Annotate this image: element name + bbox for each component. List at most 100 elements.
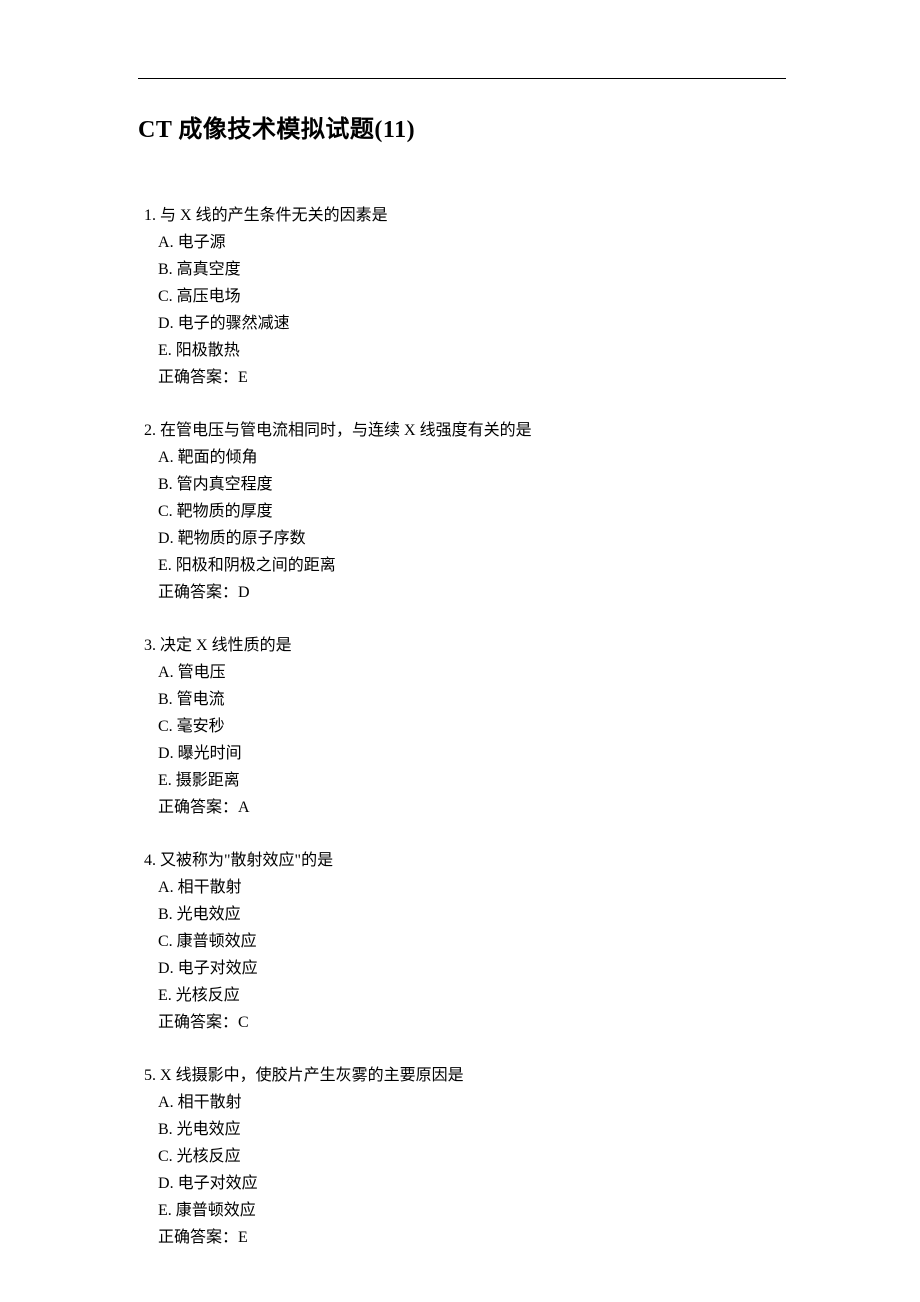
option-row: D. 电子的骤然减速 xyxy=(158,310,782,337)
option-text: 管电流 xyxy=(177,691,225,708)
option-row: A. 相干散射 xyxy=(158,874,782,901)
option-letter: C xyxy=(158,718,169,735)
answer-value: E xyxy=(238,369,248,386)
option-text: 光电效应 xyxy=(177,1121,241,1138)
stem-text: 线摄影中，使胶片产生灰雾的主要原因是 xyxy=(176,1067,464,1084)
top-divider xyxy=(138,78,786,79)
option-row: E. 阳极和阴极之间的距离 xyxy=(158,552,782,579)
stem-text: 与 xyxy=(160,207,180,224)
stem-latin: X xyxy=(196,637,212,654)
option-text: 摄影距离 xyxy=(176,772,240,789)
option-letter: A xyxy=(158,1094,170,1111)
option-text: 靶物质的原子序数 xyxy=(178,530,306,547)
option-sep: . xyxy=(169,261,177,278)
option-letter: D xyxy=(158,530,170,547)
option-letter: E xyxy=(158,987,168,1004)
option-row: B. 光电效应 xyxy=(158,1116,782,1143)
question-number: 4. xyxy=(144,852,160,869)
option-letter: B xyxy=(158,1121,169,1138)
stem-text: 线性质的是 xyxy=(212,637,292,654)
answer-label: 正确答案： xyxy=(158,584,238,601)
option-letter: E xyxy=(158,772,168,789)
answer-row: 正确答案：D xyxy=(158,579,782,606)
option-sep: . xyxy=(170,315,178,332)
option-text: 康普顿效应 xyxy=(176,1202,256,1219)
option-sep: . xyxy=(170,879,178,896)
option-row: C. 毫安秒 xyxy=(158,713,782,740)
option-letter: C xyxy=(158,288,169,305)
option-sep: . xyxy=(170,960,178,977)
option-row: E. 阳极散热 xyxy=(158,337,782,364)
option-sep: . xyxy=(168,987,176,1004)
option-text: 管内真空程度 xyxy=(177,476,273,493)
option-sep: . xyxy=(168,772,176,789)
option-letter: C xyxy=(158,933,169,950)
answer-row: 正确答案：E xyxy=(158,1224,782,1251)
option-row: A. 靶面的倾角 xyxy=(158,444,782,471)
option-text: 毫安秒 xyxy=(177,718,225,735)
answer-row: 正确答案：C xyxy=(158,1009,782,1036)
option-sep: . xyxy=(169,718,177,735)
answer-value: A xyxy=(238,799,250,816)
stem-latin: X xyxy=(160,1067,176,1084)
option-sep: . xyxy=(170,664,178,681)
question-stem: 4. 又被称为"散射效应"的是 xyxy=(144,847,782,874)
option-letter: A xyxy=(158,449,170,466)
option-text: 光电效应 xyxy=(177,906,241,923)
option-sep: . xyxy=(168,342,176,359)
stem-text: 线的产生条件无关的因素是 xyxy=(196,207,388,224)
question-stem: 3. 决定 X 线性质的是 xyxy=(144,632,782,659)
option-sep: . xyxy=(168,1202,176,1219)
option-letter: B xyxy=(158,906,169,923)
option-row: D. 电子对效应 xyxy=(158,955,782,982)
question-block: 1. 与 X 线的产生条件无关的因素是A. 电子源B. 高真空度C. 高压电场D… xyxy=(138,202,782,391)
option-row: D. 电子对效应 xyxy=(158,1170,782,1197)
option-sep: . xyxy=(169,1148,177,1165)
option-letter: B xyxy=(158,476,169,493)
option-row: C. 光核反应 xyxy=(158,1143,782,1170)
question-stem: 2. 在管电压与管电流相同时，与连续 X 线强度有关的是 xyxy=(144,417,782,444)
option-text: 靶物质的厚度 xyxy=(177,503,273,520)
option-letter: D xyxy=(158,960,170,977)
option-text: 阳极散热 xyxy=(176,342,240,359)
page-content: CT 成像技术模拟试题(11) 1. 与 X 线的产生条件无关的因素是A. 电子… xyxy=(0,0,920,1251)
option-text: 靶面的倾角 xyxy=(178,449,258,466)
option-letter: C xyxy=(158,503,169,520)
option-sep: . xyxy=(168,557,176,574)
option-sep: . xyxy=(170,449,178,466)
option-row: D. 靶物质的原子序数 xyxy=(158,525,782,552)
option-row: C. 靶物质的厚度 xyxy=(158,498,782,525)
answer-label: 正确答案： xyxy=(158,1229,238,1246)
option-sep: . xyxy=(169,906,177,923)
option-text: 光核反应 xyxy=(177,1148,241,1165)
option-text: 电子对效应 xyxy=(178,960,258,977)
option-letter: D xyxy=(158,315,170,332)
option-letter: E xyxy=(158,557,168,574)
answer-row: 正确答案：E xyxy=(158,364,782,391)
stem-latin: X xyxy=(180,207,196,224)
question-block: 3. 决定 X 线性质的是A. 管电压B. 管电流C. 毫安秒D. 曝光时间E.… xyxy=(138,632,782,821)
option-text: 阳极和阴极之间的距离 xyxy=(176,557,336,574)
stem-text: 又被称为"散射效应"的是 xyxy=(160,852,333,869)
question-block: 4. 又被称为"散射效应"的是A. 相干散射B. 光电效应C. 康普顿效应D. … xyxy=(138,847,782,1036)
option-row: B. 管电流 xyxy=(158,686,782,713)
option-row: E. 光核反应 xyxy=(158,982,782,1009)
option-row: A. 管电压 xyxy=(158,659,782,686)
answer-value: D xyxy=(238,584,250,601)
option-letter: A xyxy=(158,664,170,681)
option-sep: . xyxy=(170,234,178,251)
title-prefix: CT xyxy=(138,117,178,143)
option-text: 康普顿效应 xyxy=(177,933,257,950)
option-row: C. 高压电场 xyxy=(158,283,782,310)
option-text: 相干散射 xyxy=(178,879,242,896)
question-block: 5. X 线摄影中，使胶片产生灰雾的主要原因是A. 相干散射B. 光电效应C. … xyxy=(138,1062,782,1251)
answer-value: E xyxy=(238,1229,248,1246)
option-text: 电子的骤然减速 xyxy=(178,315,290,332)
option-letter: C xyxy=(158,1148,169,1165)
option-row: D. 曝光时间 xyxy=(158,740,782,767)
stem-text: 决定 xyxy=(160,637,196,654)
option-row: B. 光电效应 xyxy=(158,901,782,928)
option-sep: . xyxy=(169,288,177,305)
option-letter: D xyxy=(158,1175,170,1192)
answer-label: 正确答案： xyxy=(158,369,238,386)
